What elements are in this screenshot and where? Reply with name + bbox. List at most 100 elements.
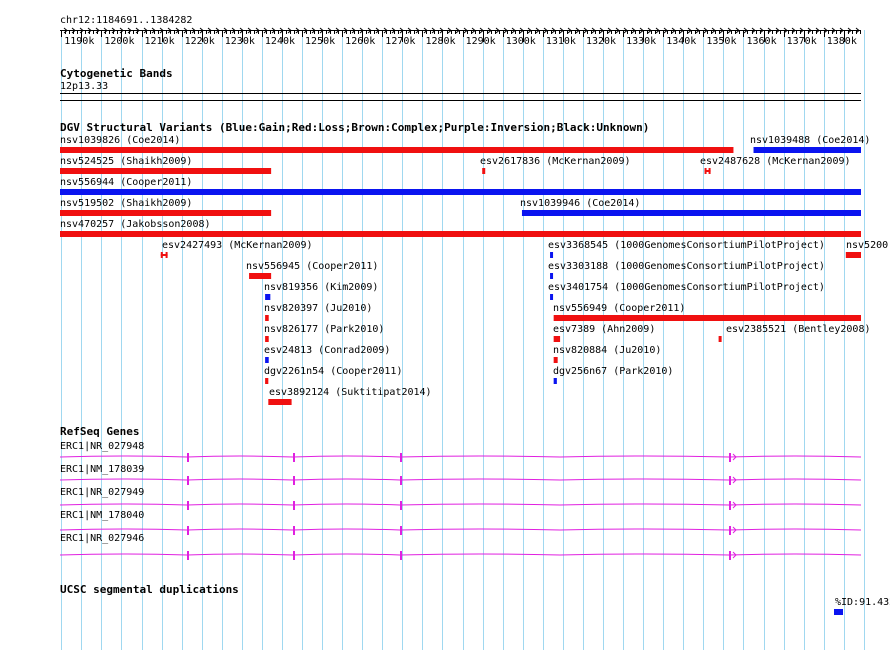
refseq-gene-track[interactable]: ERC1|NR_027948 ERC1|NM_178039 ERC1|NR_0279… <box>59 441 862 560</box>
segdup-track-title: UCSC segmental duplications <box>60 583 239 596</box>
variant-feature[interactable]: esv2385521 (Bentley2008) <box>718 324 871 342</box>
variant-feature[interactable]: esv2617836 (McKernan2009) <box>480 156 631 174</box>
variant-bar[interactable] <box>550 252 554 258</box>
variant-bar[interactable] <box>265 357 269 363</box>
variant-bar[interactable] <box>265 315 269 321</box>
gene-exon[interactable] <box>729 526 731 535</box>
variant-bar[interactable] <box>160 254 168 256</box>
gene-exon[interactable] <box>293 453 295 462</box>
variant-feature[interactable]: esv3368545 (1000GenomesConsortiumPilotPr… <box>548 240 825 258</box>
variant-feature[interactable]: nsv556949 (Cooper2011) <box>553 303 861 321</box>
variant-feature[interactable]: nsv5200 <box>845 240 888 258</box>
gene-feature[interactable]: ERC1|NM_178039 <box>59 464 862 485</box>
gene-exon[interactable] <box>293 551 295 560</box>
segdup-track[interactable] <box>834 609 843 615</box>
gene-exon[interactable] <box>293 526 295 535</box>
variant-bar[interactable] <box>482 168 486 174</box>
variant-bar[interactable] <box>550 273 554 279</box>
gene-exon[interactable] <box>187 501 189 510</box>
variant-feature[interactable]: esv3401754 (1000GenomesConsortiumPilotPr… <box>548 282 825 300</box>
gene-exon[interactable] <box>729 453 731 462</box>
cytoband-track-title: Cytogenetic Bands <box>60 67 173 80</box>
variant-bar[interactable] <box>553 378 557 384</box>
gene-exon[interactable] <box>729 476 731 485</box>
variant-bar[interactable] <box>704 170 711 172</box>
variant-bar[interactable] <box>268 399 292 405</box>
variant-bar[interactable] <box>60 189 861 195</box>
cytoband-track <box>60 93 861 101</box>
variant-bar[interactable] <box>60 147 734 153</box>
variant-feature[interactable]: nsv1039946 (Coe2014) <box>520 198 861 216</box>
gene-exon[interactable] <box>187 476 189 485</box>
variant-label: nsv826177 (Park2010) <box>264 324 384 335</box>
variant-bar[interactable] <box>521 210 861 216</box>
gene-exon[interactable] <box>187 453 189 462</box>
ruler-tick-label: 1310k <box>546 36 576 47</box>
variant-bar[interactable] <box>753 147 861 153</box>
variant-feature[interactable]: dgv2261n54 (Cooper2011) <box>264 366 402 384</box>
variant-feature[interactable]: nsv1039826 (Coe2014) <box>60 135 734 153</box>
variant-feature[interactable]: nsv1039488 (Coe2014) <box>750 135 870 153</box>
gene-label: ERC1|NM_178039 <box>60 464 144 475</box>
gene-exon[interactable] <box>400 551 402 560</box>
variant-bar[interactable] <box>265 336 269 342</box>
variant-feature[interactable]: esv3892124 (Suktitipat2014) <box>268 387 432 405</box>
variant-feature[interactable]: nsv819356 (Kim2009) <box>264 282 378 300</box>
gene-exon[interactable] <box>729 551 731 560</box>
ruler-tick-label: 1370k <box>787 36 817 47</box>
gene-feature[interactable]: ERC1|NR_027946 <box>59 533 862 560</box>
variant-bar[interactable] <box>553 336 561 342</box>
gene-feature[interactable]: ERC1|NM_178040 <box>59 510 862 535</box>
variant-feature[interactable]: esv7389 (Ahn2009) <box>553 324 655 342</box>
variant-label: nsv524525 (Shaikh2009) <box>60 156 192 167</box>
variant-feature[interactable]: dgv256n67 (Park2010) <box>553 366 673 384</box>
gene-exon[interactable] <box>400 501 402 510</box>
variant-feature[interactable]: esv3303188 (1000GenomesConsortiumPilotPr… <box>548 261 825 279</box>
variant-bar[interactable] <box>60 231 861 237</box>
gene-exon[interactable] <box>187 551 189 560</box>
variant-feature[interactable]: nsv556944 (Cooper2011) <box>60 177 861 195</box>
variant-bar[interactable] <box>718 336 722 342</box>
variant-bar[interactable] <box>249 273 272 279</box>
segdup-identity-label: %ID:91.432 <box>835 597 890 608</box>
cytoband-name: 12p13.33 <box>60 81 109 92</box>
ruler-tick-label: 1360k <box>746 36 776 47</box>
variant-label: nsv1039946 (Coe2014) <box>520 198 640 209</box>
variant-bar[interactable] <box>550 294 554 300</box>
gene-exon[interactable] <box>293 501 295 510</box>
gene-exon[interactable] <box>400 453 402 462</box>
ruler-tick-label: 1250k <box>305 36 335 47</box>
variant-bar[interactable] <box>553 357 558 363</box>
variant-feature[interactable]: nsv820397 (Ju2010) <box>264 303 372 321</box>
gene-exon[interactable] <box>400 526 402 535</box>
variant-feature[interactable]: nsv470257 (Jakobsson2008) <box>60 219 861 237</box>
genome-browser-image: 1190k 1200k 1210k 1220k 1230k 1240k 1250k 1260k… <box>59 27 888 650</box>
variant-bar[interactable] <box>265 294 271 300</box>
gene-exon[interactable] <box>187 526 189 535</box>
gene-exon[interactable] <box>400 476 402 485</box>
variant-bar[interactable] <box>265 378 269 384</box>
variant-bar[interactable] <box>845 252 861 258</box>
variant-label: nsv820884 (Ju2010) <box>553 345 661 356</box>
variant-feature[interactable]: nsv524525 (Shaikh2009) <box>60 156 272 174</box>
variant-label: nsv556944 (Cooper2011) <box>60 177 192 188</box>
dgv-variant-track[interactable]: nsv1039826 (Coe2014) nsv1039488 (Coe2014)… <box>60 135 888 405</box>
variant-bar[interactable] <box>60 210 272 216</box>
variant-label: dgv2261n54 (Cooper2011) <box>264 366 402 377</box>
gene-feature[interactable]: ERC1|NR_027949 <box>59 487 862 510</box>
variant-feature[interactable]: esv2487628 (McKernan2009) <box>700 156 851 174</box>
gene-feature[interactable]: ERC1|NR_027948 <box>59 441 862 462</box>
ruler-tick-label: 1320k <box>586 36 616 47</box>
variant-bar[interactable] <box>60 168 272 174</box>
variant-label: nsv519502 (Shaikh2009) <box>60 198 192 209</box>
gene-exon[interactable] <box>293 476 295 485</box>
variant-feature[interactable]: esv2427493 (McKernan2009) <box>160 240 313 258</box>
variant-feature[interactable]: nsv519502 (Shaikh2009) <box>60 198 272 216</box>
variant-bar[interactable] <box>553 315 861 321</box>
gene-exon[interactable] <box>729 501 731 510</box>
variant-label: nsv1039488 (Coe2014) <box>750 135 870 146</box>
variant-feature[interactable]: nsv556945 (Cooper2011) <box>246 261 378 279</box>
segdup-bar[interactable] <box>834 609 843 615</box>
variant-feature[interactable]: nsv820884 (Ju2010) <box>553 345 661 363</box>
cytoband-line-bottom <box>60 100 861 101</box>
